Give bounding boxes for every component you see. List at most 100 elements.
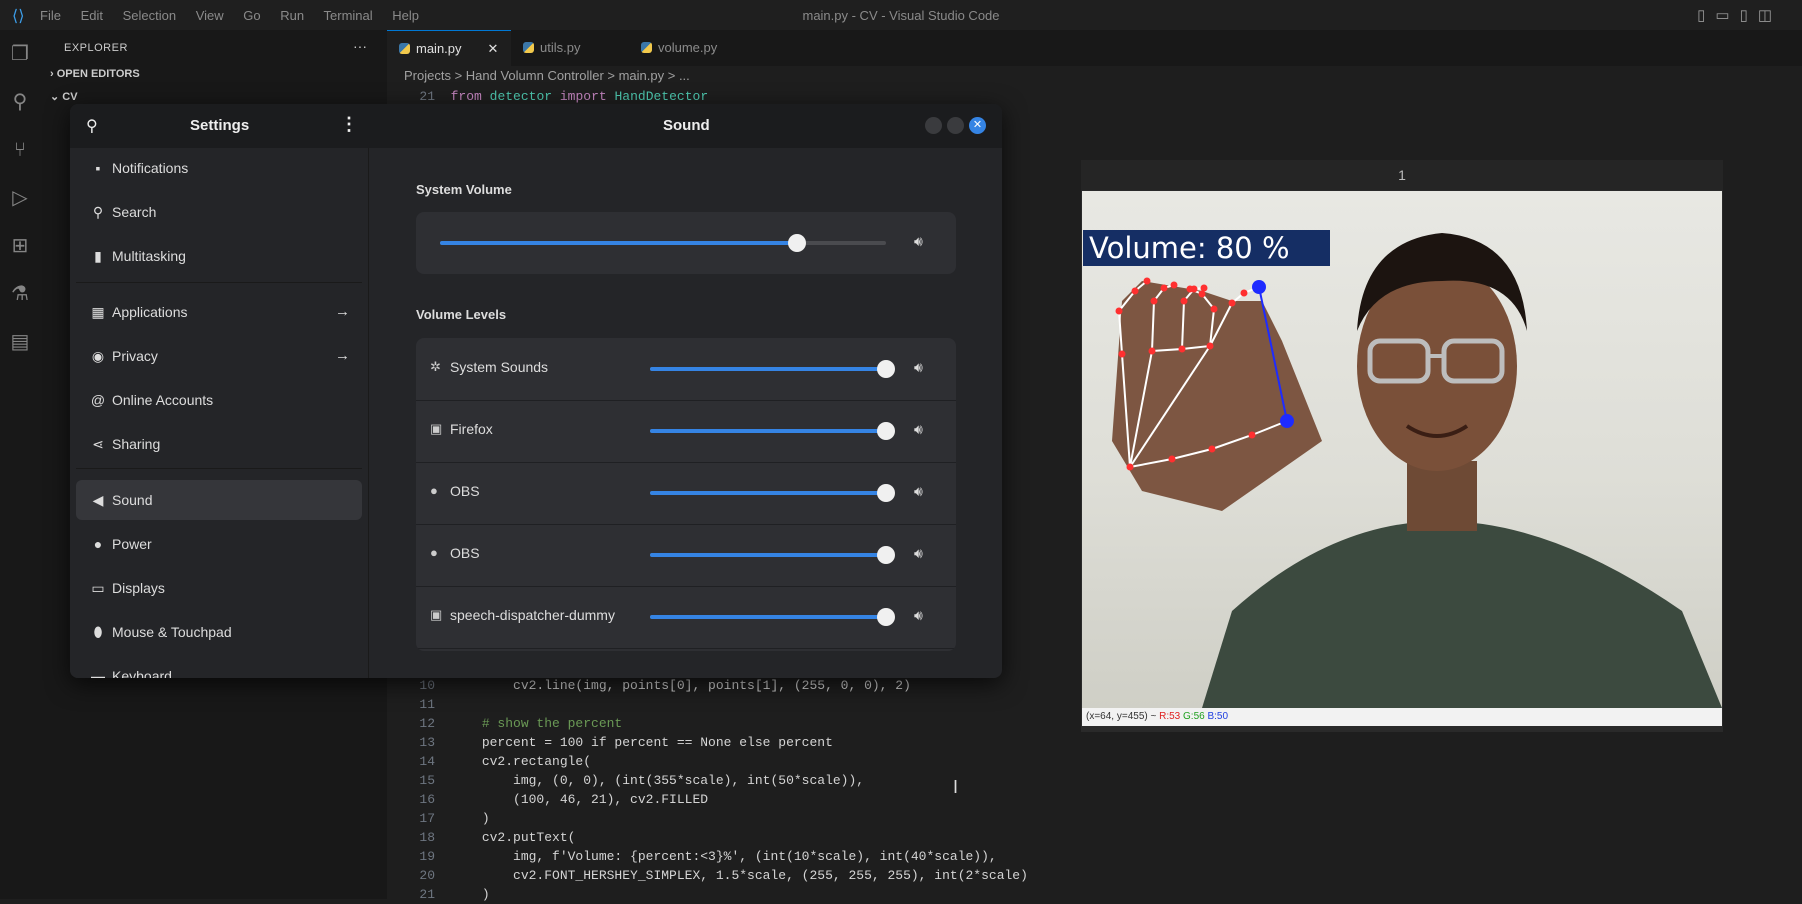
remote-icon[interactable]: ▤ (0, 318, 40, 366)
sidebar-item-multitasking[interactable]: ▮ Multitasking (76, 236, 362, 276)
sidebar-divider (76, 468, 362, 469)
volume-level-label: OBS (450, 483, 480, 499)
settings-window: ⚲ Settings ⋮ Sound ✕ ▪ Notifications ⚲ Sear… (70, 104, 1002, 678)
slider-knob[interactable] (787, 234, 806, 252)
volume-overlay: Volume: 80 % (1083, 230, 1330, 266)
slider-knob[interactable] (877, 422, 895, 440)
files-icon[interactable]: ❐ (0, 30, 40, 78)
search-icon: ⚲ (92, 204, 104, 220)
sidebar-item-online-accounts[interactable]: @ Online Accounts (76, 380, 362, 420)
settings-header: ⚲ Settings ⋮ Sound ✕ (70, 104, 1002, 148)
more-actions-icon[interactable]: ··· (353, 38, 367, 54)
code-line[interactable]: 13 percent = 100 if percent == None else… (395, 733, 1028, 752)
code-editor-bottom[interactable]: 10 cv2.line(img, points[0], points[1], (… (395, 676, 1028, 904)
sidebar-item-search[interactable]: ⚲ Search (76, 192, 362, 232)
sidebar-item-power[interactable]: ● Power (76, 524, 362, 564)
vscode-titlebar: ⟨⟩ File Edit Selection View Go Run Termi… (0, 0, 1802, 30)
sound-panel-title: Sound (663, 117, 710, 134)
slider-fill (650, 491, 886, 495)
slider-knob[interactable] (877, 484, 895, 502)
pixel-r: R:53 (1159, 711, 1181, 722)
code-line[interactable]: 18 cv2.putText( (395, 828, 1028, 847)
tab-utils-py[interactable]: utils.py (511, 30, 592, 66)
code-line[interactable]: 20 cv2.FONT_HERSHEY_SIMPLEX, 1.5*scale, … (395, 866, 1028, 885)
sidebar-item-mouse-touchpad[interactable]: ⬮ Mouse & Touchpad (76, 612, 362, 652)
sidebar-item-sound[interactable]: ◀ Sound (76, 480, 362, 520)
python-icon (641, 42, 652, 53)
applications-icon: ▦ (91, 304, 105, 320)
minimize-button[interactable] (925, 117, 942, 134)
code-line[interactable]: 12 # show the percent (395, 714, 1028, 733)
close-tab-icon[interactable]: ✕ (488, 41, 499, 56)
speaker-icon[interactable]: 🔊︎ (914, 483, 923, 500)
breadcrumb[interactable]: Projects > Hand Volumn Controller > main… (404, 68, 690, 83)
settings-sidebar: ▪ Notifications ⚲ Search ▮ Multitasking ▦ Appli… (70, 148, 369, 678)
code-line[interactable]: 17 ) (395, 809, 1028, 828)
maximize-button[interactable] (947, 117, 964, 134)
volume-level-slider[interactable] (650, 484, 895, 502)
sidebar-item-keyboard[interactable]: ▬ Keyboard (76, 656, 362, 678)
search-icon[interactable]: ⚲ (0, 78, 40, 126)
slider-knob[interactable] (877, 360, 895, 378)
volume-level-label: Firefox (450, 421, 493, 437)
search-icon[interactable]: ⚲ (86, 116, 98, 136)
code-line[interactable]: 10 cv2.line(img, points[0], points[1], (… (395, 676, 1028, 695)
sidebar-item-sharing[interactable]: ⋖ Sharing (76, 424, 362, 464)
run-debug-icon[interactable]: ▷ (0, 174, 40, 222)
volume-level-label: speech-dispatcher-dummy (450, 607, 615, 623)
sidebar-item-applications[interactable]: ▦ Applications → (76, 292, 362, 332)
code-line[interactable]: 19 img, f'Volume: {percent:<3}%', (int(1… (395, 847, 1028, 866)
volume-level-slider[interactable] (650, 360, 895, 378)
keyboard-icon: ▬ (91, 668, 105, 678)
slider-fill (650, 367, 886, 371)
notifications-icon: ▪ (95, 160, 101, 176)
speaker-icon[interactable]: 🔊︎ (914, 359, 923, 376)
cv-folder-section[interactable]: ⌄ CV (50, 90, 78, 103)
cursor-coords: (x=64, y=455) ~ (1086, 711, 1157, 722)
source-control-icon[interactable]: ⑂ (0, 126, 40, 174)
speaker-icon[interactable]: 🔊︎ (914, 607, 923, 624)
sidebar-item-label: Applications (112, 304, 188, 320)
code-line[interactable]: 15 img, (0, 0), (int(355*scale), int(50*… (395, 771, 1028, 790)
slider-knob[interactable] (877, 608, 895, 626)
speaker-icon[interactable]: 🔊︎ (914, 421, 923, 438)
camera-window-title: 1 (1081, 160, 1723, 190)
power-icon: ● (93, 536, 103, 552)
menu-kebab-icon[interactable]: ⋮ (340, 114, 358, 135)
close-button[interactable]: ✕ (969, 117, 986, 134)
speaker-icon[interactable]: 🔊︎ (914, 545, 923, 562)
layout-controls[interactable]: ▯▭▯◫ (1697, 6, 1782, 24)
volume-level-slider[interactable] (650, 608, 895, 626)
testing-icon[interactable]: ⚗ (0, 270, 40, 318)
code-line[interactable]: 14 cv2.rectangle( (395, 752, 1028, 771)
tab-main-py[interactable]: main.py ✕ (387, 30, 511, 67)
code-line-top[interactable]: 21 from detector import HandDetector (395, 89, 708, 104)
code-line[interactable]: 16 (100, 46, 21), cv2.FILLED (395, 790, 1028, 809)
sidebar-item-label: Multitasking (112, 248, 186, 264)
sidebar-item-label: Online Accounts (112, 392, 214, 408)
volume-level-row: ✲ System Sounds 🔊︎ (416, 338, 956, 401)
sidebar-item-notifications[interactable]: ▪ Notifications (76, 148, 362, 188)
code-line[interactable]: 21 ) (395, 885, 1028, 904)
sidebar-item-label: Notifications (112, 160, 189, 176)
sidebar-item-displays[interactable]: ▭ Displays (76, 568, 362, 608)
open-editors-section[interactable]: › OPEN EDITORS (50, 68, 140, 80)
camera-window: 1 Volume: 80 % (x=64, y=455) ~ R:53 G:56… (1081, 160, 1723, 732)
volume-level-slider[interactable] (650, 546, 895, 564)
tab-volume-py[interactable]: volume.py (629, 30, 729, 66)
volume-level-slider[interactable] (650, 422, 895, 440)
app-dot-icon: ● (430, 483, 438, 498)
pixel-g: G:56 (1183, 711, 1205, 722)
mouse-icon: ⬮ (93, 624, 103, 640)
settings-title: Settings (190, 117, 250, 134)
system-volume-slider[interactable] (440, 234, 886, 252)
volume-level-row: ● OBS 🔊︎ (416, 462, 956, 525)
volume-level-row: ● OBS 🔊︎ (416, 524, 956, 587)
sidebar-item-privacy[interactable]: ◉ Privacy → (76, 336, 362, 376)
slider-fill (650, 429, 886, 433)
speaker-icon[interactable]: 🔊︎ (914, 233, 923, 250)
slider-knob[interactable] (877, 546, 895, 564)
sidebar-item-label: Keyboard (112, 668, 172, 678)
code-line[interactable]: 11 (395, 695, 1028, 714)
extensions-icon[interactable]: ⊞ (0, 222, 40, 270)
